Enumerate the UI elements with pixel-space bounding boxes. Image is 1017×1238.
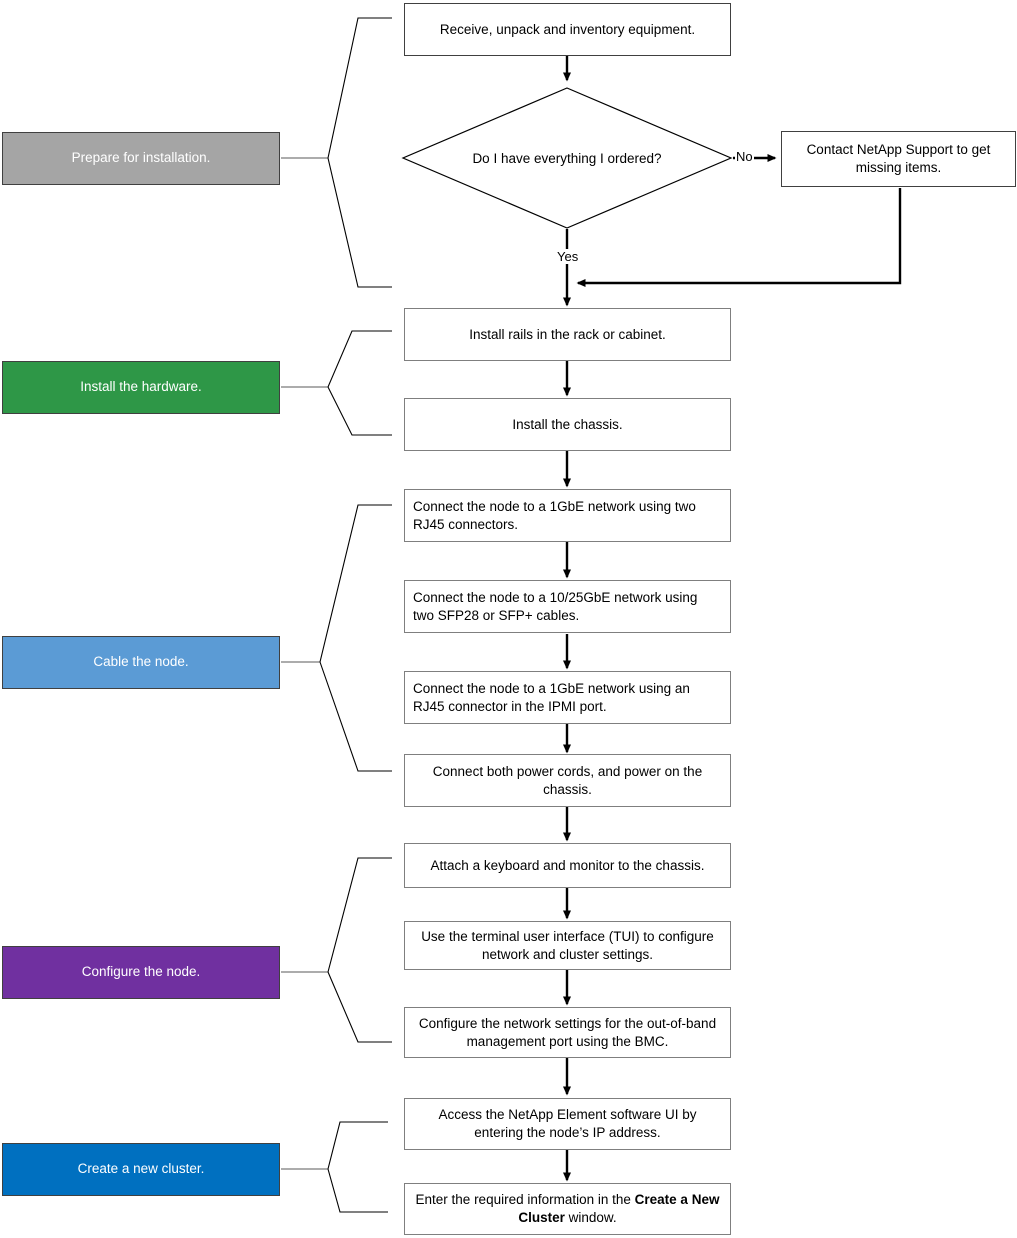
stage-label-prepare: Prepare for installation.: [71, 150, 211, 166]
process-box-install-chassis[interactable]: Install the chassis.: [404, 398, 731, 451]
bracket-install-hardware: [281, 330, 392, 436]
stage-box-cable-node[interactable]: Cable the node.: [2, 636, 280, 689]
process-box-install-rails[interactable]: Install rails in the rack or cabinet.: [404, 308, 731, 361]
enter-info-suffix: window.: [564, 1210, 617, 1225]
process-label-enter-info: Enter the required information in the Cr…: [413, 1191, 722, 1226]
process-label-install-rails: Install rails in the rack or cabinet.: [469, 326, 666, 342]
bracket-configure-node: [281, 857, 392, 1043]
process-box-receive[interactable]: Receive, unpack and inventory equipment.: [404, 3, 731, 56]
process-box-access-ui[interactable]: Access the NetApp Element software UI by…: [404, 1098, 731, 1150]
stage-label-cable-node: Cable the node.: [93, 654, 189, 670]
stage-label-create-cluster: Create a new cluster.: [77, 1161, 205, 1177]
stage-box-prepare[interactable]: Prepare for installation.: [2, 132, 280, 185]
process-label-connect-1gbe: Connect the node to a 1GbE network using…: [413, 498, 696, 532]
process-label-access-ui: Access the NetApp Element software UI by…: [438, 1107, 697, 1140]
process-label-contact-support: Contact NetApp Support to get missing it…: [806, 142, 991, 175]
process-box-connect-power[interactable]: Connect both power cords, and power on t…: [404, 754, 731, 807]
process-label-configure-bmc: Configure the network settings for the o…: [418, 1015, 717, 1049]
process-label-receive: Receive, unpack and inventory equipment.: [439, 21, 696, 37]
flowchart-canvas: Prepare for installation. Install the ha…: [0, 0, 1017, 1238]
process-label-install-chassis: Install the chassis.: [512, 416, 623, 432]
stage-label-configure-node: Configure the node.: [81, 964, 201, 980]
process-box-configure-bmc[interactable]: Configure the network settings for the o…: [404, 1007, 731, 1058]
process-box-attach-keyboard[interactable]: Attach a keyboard and monitor to the cha…: [404, 843, 731, 888]
edge-label-no: No: [735, 149, 754, 164]
stage-label-install-hardware: Install the hardware.: [80, 379, 202, 395]
bracket-create-cluster: [281, 1121, 388, 1213]
process-label-connect-power: Connect both power cords, and power on t…: [432, 763, 703, 797]
decision-node[interactable]: Do I have everything I ordered?: [403, 88, 731, 228]
process-label-connect-10-25gbe: Connect the node to a 10/25GbE network u…: [413, 589, 698, 623]
process-box-connect-10-25gbe[interactable]: Connect the node to a 10/25GbE network u…: [404, 580, 731, 633]
bracket-prepare: [281, 17, 392, 288]
stage-box-create-cluster[interactable]: Create a new cluster.: [2, 1143, 280, 1196]
process-box-enter-info[interactable]: Enter the required information in the Cr…: [404, 1183, 731, 1235]
process-label-connect-ipmi: Connect the node to a 1GbE network using…: [413, 680, 690, 714]
process-label-use-tui: Use the terminal user interface (TUI) to…: [421, 928, 714, 962]
stage-box-install-hardware[interactable]: Install the hardware.: [2, 361, 280, 414]
decision-question: Do I have everything I ordered?: [472, 150, 662, 166]
process-box-use-tui[interactable]: Use the terminal user interface (TUI) to…: [404, 921, 731, 970]
process-box-connect-ipmi[interactable]: Connect the node to a 1GbE network using…: [404, 671, 731, 724]
edge-label-yes: Yes: [556, 249, 580, 264]
bracket-cable-node: [281, 504, 392, 772]
process-label-attach-keyboard: Attach a keyboard and monitor to the cha…: [430, 857, 705, 873]
stage-box-configure-node[interactable]: Configure the node.: [2, 946, 280, 999]
process-box-connect-1gbe[interactable]: Connect the node to a 1GbE network using…: [404, 489, 731, 542]
process-box-contact-support[interactable]: Contact NetApp Support to get missing it…: [781, 131, 1016, 187]
enter-info-prefix: Enter the required information in the: [415, 1192, 635, 1208]
